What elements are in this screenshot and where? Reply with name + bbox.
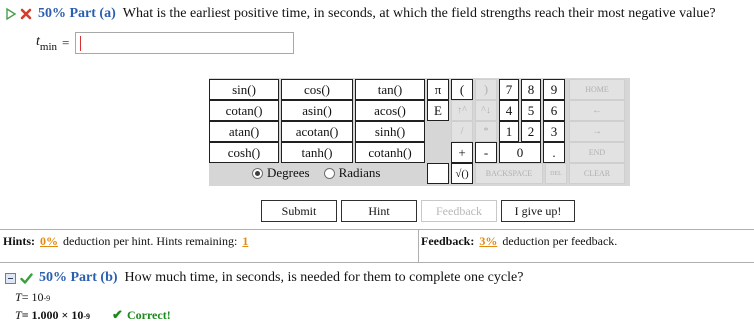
key-e[interactable]: E [427,100,449,121]
feedback-button: Feedback [421,200,497,222]
key-power-up: ↑^ [451,100,473,121]
hint-button[interactable]: Hint [341,200,417,222]
hints-info: Hints: 0% deduction per hint. Hints rema… [3,234,249,248]
key-open-paren[interactable]: ( [451,79,473,100]
key-decimal[interactable]: . [543,142,565,163]
key-cos[interactable]: cos() [281,79,353,100]
key-minus[interactable]: - [475,142,497,163]
hints-deduction: 0% [40,234,59,248]
equation-keypad: sin() cos() tan() cotan() asin() acos() … [209,78,630,186]
divider [418,230,419,263]
key-right-arrow: → [569,121,625,142]
key-del: DEL [545,163,567,184]
key-cosh[interactable]: cosh() [209,142,279,163]
key-5[interactable]: 5 [521,100,541,121]
angle-mode: Degrees Radians [252,165,394,181]
key-backspace: BACKSPACE [475,163,543,184]
key-asin[interactable]: asin() [281,100,353,121]
key-atan[interactable]: atan() [209,121,279,142]
key-sinh[interactable]: sinh() [355,121,425,142]
key-multiply: * [475,121,497,142]
key-power-down: ^↓ [475,100,497,121]
part-a-header: 50% Part (a) What is the earliest positi… [0,4,754,24]
key-6[interactable]: 6 [543,100,565,121]
feedback-info: Feedback: 3% deduction per feedback. [421,234,618,248]
key-sin[interactable]: sin() [209,79,279,100]
key-7[interactable]: 7 [499,79,519,100]
key-8[interactable]: 8 [521,79,541,100]
key-cotanh[interactable]: cotanh() [355,142,425,163]
radians-radio[interactable] [323,167,335,179]
key-tanh[interactable]: tanh() [281,142,353,163]
radians-label: Radians [338,165,381,180]
key-9[interactable]: 9 [543,79,565,100]
key-end: END [569,142,625,163]
equals-sign: = [62,35,70,50]
text-caret [80,36,82,51]
key-plus[interactable]: + [451,142,473,163]
checkmark-icon: ✔ [112,307,123,322]
part-b-header: 50% Part (b) How much time, in seconds, … [0,268,754,288]
key-tan[interactable]: tan() [355,79,425,100]
hints-remaining: 1 [242,234,249,248]
key-sqrt[interactable]: √() [451,163,473,184]
incorrect-x-icon [20,8,32,20]
key-home: HOME [569,79,625,100]
correct-status: ✔ Correct! [112,307,171,322]
degrees-radio[interactable] [252,167,263,179]
key-4[interactable]: 4 [499,100,519,121]
part-b-result: T = 1.000 × 10 -9 ✔ Correct! [15,307,171,322]
key-cotan[interactable]: cotan() [209,100,279,121]
key-3[interactable]: 3 [543,121,565,142]
part-a-percent: 50% Part (a) [38,6,116,21]
give-up-button[interactable]: I give up! [501,200,575,222]
answer-input[interactable] [75,32,295,54]
key-blank [427,163,449,184]
key-2[interactable]: 2 [521,121,541,142]
play-icon[interactable] [6,8,16,20]
part-b-percent: 50% Part (b) [39,270,118,285]
key-divide: / [451,121,473,142]
key-acos[interactable]: acos() [355,100,425,121]
key-0[interactable]: 0 [499,142,541,163]
key-clear: CLEAR [569,163,625,184]
key-1[interactable]: 1 [499,121,519,142]
key-left-arrow: ← [569,100,625,121]
collapse-icon[interactable] [5,272,16,284]
key-pi[interactable]: π [427,79,449,100]
submit-button[interactable]: Submit [261,200,337,222]
part-a-question: What is the earliest positive time, in s… [122,6,716,21]
key-close-paren: ) [475,79,497,100]
part-b-question: How much time, in seconds, is needed for… [124,270,524,285]
key-acotan[interactable]: acotan() [281,121,353,142]
hints-feedback-bar: Hints: 0% deduction per hint. Hints rema… [0,229,754,263]
correct-check-icon [20,272,33,285]
variable-label: tmin [36,33,58,53]
degrees-label: Degrees [267,165,310,180]
answer-row: tmin = [36,32,295,54]
feedback-deduction: 3% [479,234,498,248]
part-b-entered-answer: T = 10 -9 [15,290,51,304]
